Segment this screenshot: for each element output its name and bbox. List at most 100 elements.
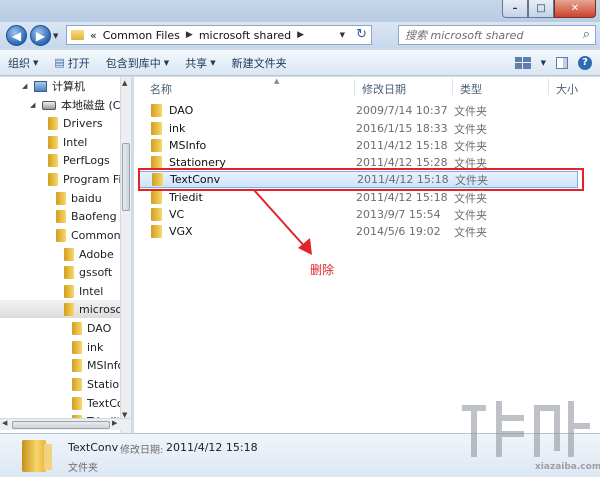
- new-folder-label: 新建文件夹: [231, 56, 287, 70]
- nav-item-ink[interactable]: ink: [72, 338, 103, 356]
- navigation-pane: ◢ 计算机 ◢ 本地磁盘 (C:) Drivers Intel PerfLogs…: [0, 77, 131, 433]
- refresh-icon[interactable]: ↻: [356, 27, 367, 42]
- search-input[interactable]: 搜索 microsoft shared ⌕: [398, 25, 596, 45]
- file-type: 文件夹: [454, 139, 487, 153]
- file-row-ink[interactable]: ink 2016/1/15 18:33 文件夹: [138, 120, 578, 137]
- nav-item-label: Adobe: [79, 247, 114, 261]
- toolbar-right: ▼ ?: [514, 50, 600, 75]
- folder-icon: [64, 302, 74, 316]
- breadcrumb-microsoft-shared[interactable]: microsoft shared: [199, 29, 291, 42]
- nav-item-baofeng[interactable]: Baofeng: [56, 207, 117, 225]
- chevron-down-icon[interactable]: ▼: [541, 59, 546, 67]
- folder-icon: [22, 440, 52, 472]
- nav-item-label: Baofeng: [71, 209, 117, 223]
- chevron-down-icon: ▼: [163, 58, 170, 67]
- nav-item-baidu[interactable]: baidu: [56, 189, 102, 207]
- details-modified-value: 2011/4/12 15:18: [166, 441, 258, 454]
- nav-item-label: 本地磁盘 (C:): [61, 99, 129, 112]
- nav-horizontal-scrollbar[interactable]: ◀ ▶: [0, 418, 131, 430]
- file-name: ink: [169, 122, 186, 135]
- nav-item-drivers[interactable]: Drivers: [48, 114, 103, 132]
- file-modified: 2016/1/15 18:33: [356, 122, 448, 135]
- chevron-down-icon: ▼: [210, 58, 216, 67]
- breadcrumb-overflow[interactable]: «: [90, 29, 97, 42]
- nav-item-label: PerfLogs: [63, 153, 110, 167]
- preview-pane-icon[interactable]: [556, 56, 568, 69]
- nav-item-program-files[interactable]: Program Fil: [48, 170, 125, 188]
- nav-item-gssoft[interactable]: gssoft: [64, 263, 112, 281]
- file-row-triedit[interactable]: Triedit 2011/4/12 15:18 文件夹: [138, 189, 578, 206]
- recent-locations-dropdown-icon[interactable]: ▼: [53, 32, 58, 40]
- watermark-text: xiazaiba.com: [535, 462, 600, 472]
- column-divider[interactable]: [354, 79, 355, 95]
- search-icon[interactable]: ⌕: [583, 27, 590, 42]
- title-bar: – □ ✕: [0, 0, 600, 22]
- address-row: ◀ ▶ ▼ « Common Files ▶ microsoft shared …: [0, 22, 600, 48]
- collapse-arrow-icon[interactable]: ◢: [22, 82, 29, 90]
- open-button[interactable]: ▤ 打开: [46, 50, 97, 75]
- back-button[interactable]: ◀: [6, 25, 27, 46]
- file-row-vgx[interactable]: VGX 2014/5/6 19:02 文件夹: [138, 223, 578, 240]
- include-in-library-label: 包含到库中: [105, 56, 161, 70]
- nav-item-textconv[interactable]: TextCo: [72, 394, 124, 412]
- scroll-left-icon[interactable]: ◀: [2, 419, 7, 427]
- close-button[interactable]: ✕: [554, 0, 596, 18]
- file-name: DAO: [169, 104, 194, 117]
- chevron-right-icon[interactable]: ▶: [297, 30, 304, 40]
- file-row-vc[interactable]: VC 2013/9/7 15:54 文件夹: [138, 206, 578, 223]
- folder-icon: [72, 358, 82, 372]
- share-label: 共享: [185, 56, 208, 70]
- nav-item-label: DAO: [87, 321, 112, 335]
- column-header-size[interactable]: 大小: [556, 81, 578, 97]
- include-in-library-button[interactable]: 包含到库中 ▼: [98, 50, 177, 75]
- organize-label: 组织: [8, 56, 30, 70]
- nav-item-intel-common[interactable]: Intel: [64, 282, 103, 300]
- chevron-right-icon[interactable]: ▶: [186, 30, 193, 40]
- address-dropdown-icon[interactable]: ▼: [340, 31, 345, 39]
- file-list: ▲ 名称 修改日期 类型 大小 DAO 2009/7/14 10:37 文件夹 …: [134, 77, 600, 433]
- column-header-type[interactable]: 类型: [460, 81, 482, 97]
- help-icon[interactable]: ?: [578, 55, 592, 70]
- window-controls: – □ ✕: [502, 0, 596, 18]
- collapse-arrow-icon[interactable]: ◢: [30, 101, 37, 109]
- nav-item-common-files[interactable]: Common I: [56, 226, 127, 244]
- nav-item-adobe[interactable]: Adobe: [64, 245, 114, 263]
- nav-item-computer[interactable]: ◢ 计算机: [22, 77, 85, 95]
- folder-icon: [64, 284, 74, 298]
- nav-item-local-disk[interactable]: ◢ 本地磁盘 (C:): [30, 96, 128, 114]
- nav-item-intel[interactable]: Intel: [48, 133, 87, 151]
- scrollbar-thumb[interactable]: [12, 421, 110, 429]
- nav-vertical-scrollbar[interactable]: ▲ ▼: [120, 77, 131, 433]
- address-bar[interactable]: « Common Files ▶ microsoft shared ▶ ▼ ↻: [66, 25, 372, 45]
- nav-item-msinfo[interactable]: MSInfo: [72, 356, 124, 374]
- breadcrumb-common-files[interactable]: Common Files: [103, 29, 180, 42]
- folder-icon: [48, 172, 58, 186]
- column-divider[interactable]: [452, 79, 453, 95]
- nav-item-microsoft-shared[interactable]: microsof: [0, 300, 131, 318]
- nav-item-dao[interactable]: DAO: [72, 319, 111, 337]
- annotation-arrow-icon: [253, 189, 312, 255]
- new-folder-button[interactable]: 新建文件夹: [224, 50, 295, 75]
- file-row-dao[interactable]: DAO 2009/7/14 10:37 文件夹: [138, 102, 578, 119]
- nav-item-stationery[interactable]: Station: [72, 375, 126, 393]
- nav-item-perflogs[interactable]: PerfLogs: [48, 151, 110, 169]
- nav-item-label: Drivers: [63, 116, 103, 130]
- maximize-button[interactable]: □: [528, 0, 554, 18]
- minimize-button[interactable]: –: [502, 0, 528, 18]
- scroll-right-icon[interactable]: ▶: [112, 419, 117, 427]
- hard-disk-icon: [42, 100, 56, 110]
- scroll-up-icon[interactable]: ▲: [122, 79, 127, 87]
- share-button[interactable]: 共享 ▼: [177, 50, 223, 75]
- column-header-name[interactable]: 名称: [150, 81, 172, 97]
- file-row-msinfo[interactable]: MSInfo 2011/4/12 15:18 文件夹: [138, 137, 578, 154]
- forward-button[interactable]: ▶: [30, 25, 51, 46]
- folder-icon: [151, 122, 162, 135]
- folder-icon: [56, 191, 66, 205]
- column-divider[interactable]: [548, 79, 549, 95]
- file-type: 文件夹: [454, 225, 487, 239]
- column-header-modified[interactable]: 修改日期: [362, 81, 406, 97]
- scrollbar-thumb[interactable]: [122, 143, 130, 211]
- organize-button[interactable]: 组织 ▼: [0, 50, 46, 75]
- view-options-icon[interactable]: [514, 56, 531, 69]
- folder-icon: [151, 191, 162, 204]
